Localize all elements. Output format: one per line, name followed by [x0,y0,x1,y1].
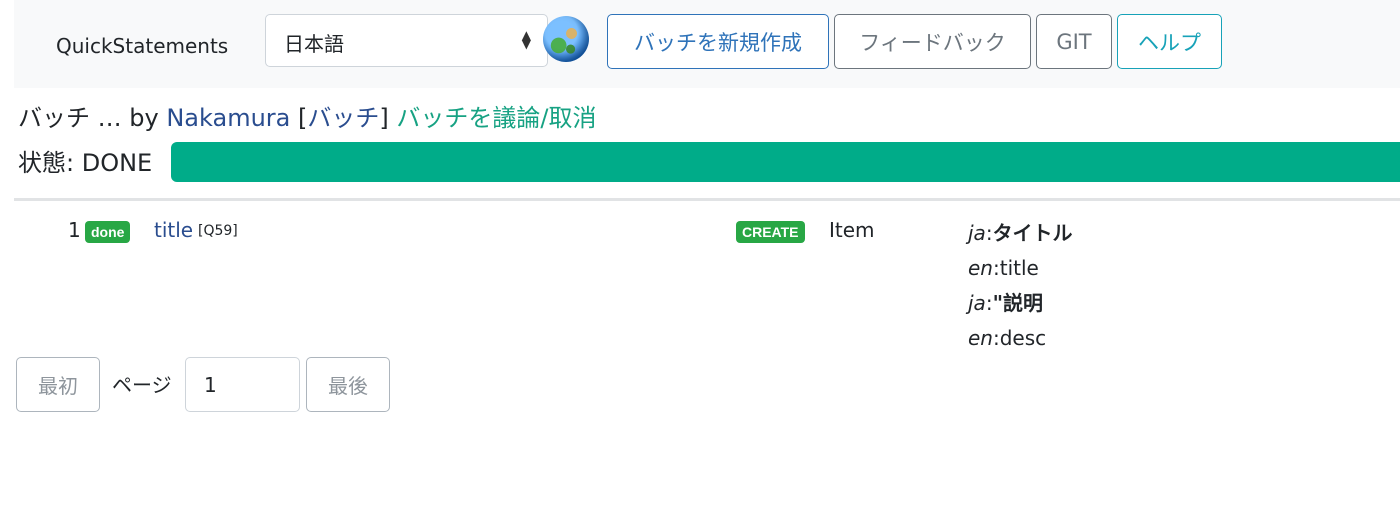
globe-icon[interactable] [543,16,589,62]
git-button[interactable]: GIT [1036,14,1112,69]
help-button[interactable]: ヘルプ [1117,14,1222,69]
batch-header: バッチ … by Nakamura [バッチ] バッチを議論/取消 [18,98,596,133]
last-page-button[interactable]: 最後 [306,357,390,412]
bracket-close: ] [379,104,389,132]
title-link[interactable]: title [154,218,193,242]
brand-title[interactable]: QuickStatements [56,34,228,58]
user-link[interactable]: Nakamura [166,104,290,132]
label-lang: ja [968,291,986,315]
batch-link[interactable]: バッチ [307,104,379,132]
discuss-cancel-link[interactable]: バッチを議論/取消 [396,104,596,132]
progress-bar [171,142,1400,182]
label-value: title [999,256,1039,280]
batch-prefix: バッチ … by [18,104,159,132]
page-label: ページ [112,373,172,397]
language-select-value: 日本語 [284,32,344,56]
item-type: Item [829,218,875,242]
status-badge: done [85,221,131,243]
label-lang: ja [968,221,986,245]
select-caret-icon: ▲ ▼ [521,28,531,51]
qid-label: [Q59] [198,223,238,239]
label-entry: ja:"説明 [968,291,1043,315]
progress-fill [171,142,1400,182]
label-value: desc [999,326,1047,350]
label-entry: en:title [968,256,1039,280]
language-select[interactable]: 日本語 ▲ ▼ [265,14,548,67]
divider [14,198,1400,201]
label-entry: en:desc [968,326,1047,350]
new-batch-button[interactable]: バッチを新規作成 [607,14,829,69]
label-value: "説明 [992,291,1043,315]
label-lang: en [968,256,993,280]
bracket-open: [ [298,104,308,132]
first-page-button[interactable]: 最初 [16,357,100,412]
label-entry: ja:タイトル [968,221,1073,245]
feedback-button[interactable]: フィードバック [834,14,1031,69]
label-lang: en [968,326,993,350]
page-number-input[interactable] [185,357,300,412]
status-label: 状態: DONE [18,149,153,177]
labels-list: ja:タイトル en:title ja:"説明 en:desc [968,216,1073,356]
label-value: タイトル [992,221,1073,245]
action-badge: CREATE [736,221,805,243]
command-number: 1 [68,218,81,242]
